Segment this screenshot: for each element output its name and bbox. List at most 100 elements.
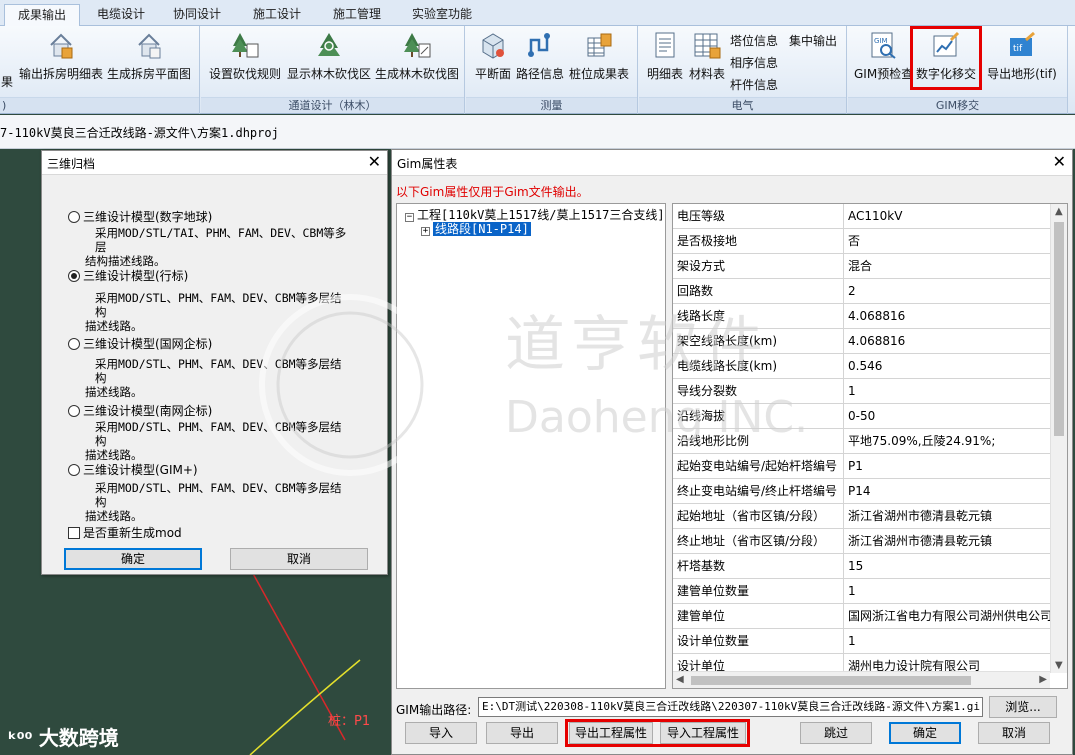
- property-value[interactable]: 0-50: [845, 404, 1050, 428]
- scroll-right-icon[interactable]: ▶: [1039, 674, 1047, 685]
- phase-info-button[interactable]: 相序信息: [730, 54, 778, 71]
- tree-child-node[interactable]: + 线路段[N1-P14]: [421, 220, 531, 237]
- close-icon[interactable]: ✕: [1053, 153, 1066, 171]
- option-gim-plus[interactable]: 三维设计模型(GIM+): [68, 461, 198, 478]
- property-value[interactable]: 浙江省湖州市德清县乾元镇: [845, 529, 1050, 553]
- set-felling-rules-button[interactable]: 设置砍伐规则: [205, 30, 285, 82]
- horizontal-scrollbar[interactable]: ◀ ▶: [673, 671, 1050, 688]
- tree-child-label[interactable]: 线路段[N1-P14]: [433, 222, 531, 236]
- property-row[interactable]: 建管单位 国网浙江省电力有限公司湖州供电公司: [673, 604, 1050, 629]
- ribbon-btn-partial[interactable]: 果: [0, 68, 14, 90]
- option-desc: 采用MOD/STL/TAI、PHM、FAM、DEV、CBM等多层 结构描述线路。: [85, 226, 347, 268]
- radio-icon[interactable]: [68, 405, 80, 417]
- tab-cable-design[interactable]: 电缆设计: [86, 4, 156, 26]
- option-sgcc-standard[interactable]: 三维设计模型(国网企标): [68, 335, 212, 352]
- generate-demolition-plan-button[interactable]: 生成拆房平面图: [104, 30, 194, 82]
- property-value[interactable]: 国网浙江省电力有限公司湖州供电公司: [845, 604, 1050, 628]
- property-value[interactable]: 1: [845, 629, 1050, 653]
- dialog-titlebar: Gim属性表 ✕: [392, 150, 1072, 176]
- gim-precheck-button[interactable]: GIM GIM预检查: [854, 30, 913, 82]
- watermark-seal-icon: [259, 294, 441, 476]
- output-demolition-table-button[interactable]: 输出拆房明细表: [18, 30, 104, 82]
- document-tab[interactable]: 7-110kV莫良三合迁改线路-源文件\方案1.dhproj: [0, 124, 279, 141]
- plan-section-button[interactable]: 平断面: [472, 30, 514, 82]
- export-button[interactable]: 导出: [486, 722, 558, 744]
- tab-collab-design[interactable]: 协同设计: [162, 4, 232, 26]
- scroll-up-icon[interactable]: ▲: [1055, 206, 1063, 217]
- property-value[interactable]: 2: [845, 279, 1050, 303]
- property-row[interactable]: 建管单位数量 1: [673, 579, 1050, 604]
- property-value[interactable]: 否: [845, 229, 1050, 253]
- highlight-property-buttons: [565, 719, 750, 747]
- property-row[interactable]: 电压等级 AC110kV: [673, 204, 1050, 229]
- option-digital-earth[interactable]: 三维设计模型(数字地球): [68, 208, 212, 225]
- show-felling-area-button[interactable]: 显示林木砍伐区: [285, 30, 373, 82]
- material-table-button[interactable]: 材料表: [687, 30, 727, 82]
- property-value[interactable]: 1: [845, 579, 1050, 603]
- radio-icon[interactable]: [68, 338, 80, 350]
- option-industry-standard[interactable]: 三维设计模型(行标): [68, 267, 188, 284]
- radio-icon[interactable]: [68, 211, 80, 223]
- dialog-title: Gim属性表: [397, 157, 458, 171]
- logo-mark-icon: ᵏ⁰⁰: [8, 729, 39, 750]
- property-name: 架设方式: [673, 254, 844, 278]
- property-value[interactable]: 4.068816: [845, 304, 1050, 328]
- property-value[interactable]: 4.068816: [845, 329, 1050, 353]
- property-value[interactable]: P14: [845, 479, 1050, 503]
- property-value[interactable]: 0.546: [845, 354, 1050, 378]
- scroll-down-icon[interactable]: ▼: [1055, 660, 1063, 671]
- tab-results-output[interactable]: 成果输出: [4, 4, 80, 26]
- property-name: 建管单位: [673, 604, 844, 628]
- route-info-button[interactable]: 路径信息: [514, 30, 566, 82]
- horizontal-scroll-thumb[interactable]: [691, 676, 971, 685]
- property-row[interactable]: 杆塔基数 15: [673, 554, 1050, 579]
- property-row[interactable]: 起始变电站编号/起始杆塔编号 P1: [673, 454, 1050, 479]
- gim-cancel-button[interactable]: 取消: [978, 722, 1050, 744]
- collapse-icon[interactable]: −: [405, 213, 414, 222]
- property-row[interactable]: 是否极接地否: [673, 229, 1050, 254]
- gim-ok-button[interactable]: 确定: [889, 722, 961, 744]
- ribbon-group-forestry: 设置砍伐规则 显示林木砍伐区 生成林木砍伐图 通道设计（林木）: [201, 26, 465, 114]
- expand-icon[interactable]: +: [421, 227, 430, 236]
- tab-lab-features[interactable]: 实验室功能: [400, 4, 484, 26]
- vertical-scrollbar[interactable]: ▲ ▼: [1050, 204, 1067, 673]
- radio-selected-icon[interactable]: [68, 270, 80, 282]
- import-button[interactable]: 导入: [405, 722, 477, 744]
- property-name: 设计单位数量: [673, 629, 844, 653]
- property-value[interactable]: 混合: [845, 254, 1050, 278]
- detail-table-button[interactable]: 明细表: [643, 30, 687, 82]
- archive-cancel-button[interactable]: 取消: [230, 548, 368, 570]
- property-row[interactable]: 起始地址（省市区镇/分段） 浙江省湖州市德清县乾元镇: [673, 504, 1050, 529]
- property-value[interactable]: 15: [845, 554, 1050, 578]
- property-value[interactable]: 平地75.09%,丘陵24.91%;: [845, 429, 1050, 453]
- close-icon[interactable]: ✕: [368, 153, 381, 171]
- property-value[interactable]: 1: [845, 379, 1050, 403]
- property-value[interactable]: 浙江省湖州市德清县乾元镇: [845, 504, 1050, 528]
- skip-button[interactable]: 跳过: [800, 722, 872, 744]
- option-csg-standard[interactable]: 三维设计模型(南网企标): [68, 402, 212, 419]
- tower-info-button[interactable]: 塔位信息: [730, 32, 778, 49]
- tree-area-icon: [318, 33, 340, 56]
- radio-icon[interactable]: [68, 464, 80, 476]
- batch-output-button[interactable]: 集中输出: [789, 32, 837, 49]
- tab-construction-mgmt[interactable]: 施工管理: [320, 4, 394, 26]
- generate-felling-map-button[interactable]: 生成林木砍伐图: [373, 30, 461, 82]
- vertical-scroll-thumb[interactable]: [1054, 222, 1064, 436]
- regen-mod-checkbox[interactable]: 是否重新生成mod: [68, 524, 182, 541]
- pile-results-table-button[interactable]: 桩位成果表: [566, 30, 632, 82]
- property-row[interactable]: 设计单位数量 1: [673, 629, 1050, 654]
- browse-button[interactable]: 浏览...: [989, 696, 1057, 718]
- gim-path-input[interactable]: E:\DT测试\220308-110kV莫良三合迁改线路\220307-110k…: [478, 697, 983, 717]
- property-row[interactable]: 终止变电站编号/终止杆塔编号 P14: [673, 479, 1050, 504]
- archive-ok-button[interactable]: 确定: [64, 548, 202, 570]
- export-terrain-tif-button[interactable]: tif 导出地形(tif): [980, 30, 1064, 82]
- property-value[interactable]: P1: [845, 454, 1050, 478]
- property-row[interactable]: 终止地址（省市区镇/分段） 浙江省湖州市德清县乾元镇: [673, 529, 1050, 554]
- tab-construction-design[interactable]: 施工设计: [240, 4, 314, 26]
- property-name: 起始地址（省市区镇/分段）: [673, 504, 844, 528]
- checkbox-icon[interactable]: [68, 527, 80, 539]
- property-row[interactable]: 架设方式 混合: [673, 254, 1050, 279]
- scroll-left-icon[interactable]: ◀: [676, 674, 684, 685]
- property-value[interactable]: AC110kV: [845, 204, 1050, 228]
- member-info-button[interactable]: 杆件信息: [730, 76, 778, 93]
